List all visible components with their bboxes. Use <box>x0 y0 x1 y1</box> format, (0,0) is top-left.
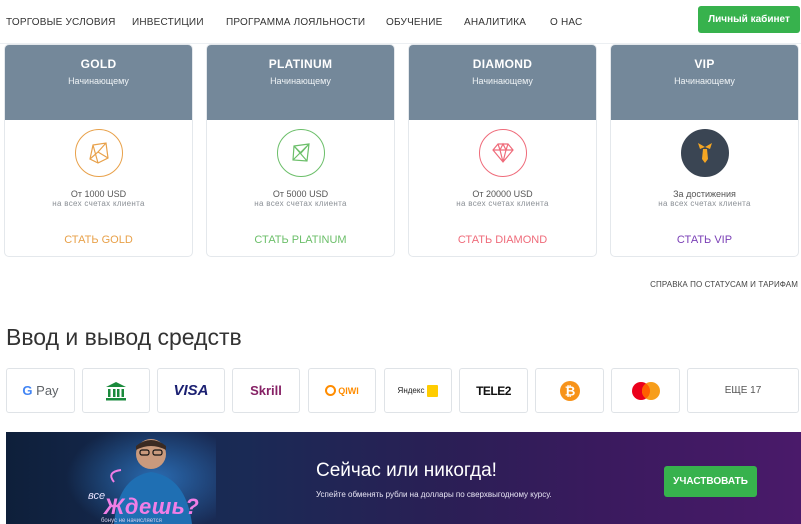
promo-banner: все Ждешь? бонус не начисляется Сейчас и… <box>6 432 801 524</box>
card-header: GOLD Начинающему <box>5 45 192 120</box>
promo-small-text: все <box>88 490 106 502</box>
qiwi-logo: QIWI <box>338 385 359 396</box>
promo-tiny-text: бонус не начисляется <box>101 518 162 524</box>
bitcoin-icon: ₿ <box>559 380 580 401</box>
payment-yandex-money[interactable]: Яндекс <box>384 368 452 413</box>
personal-cabinet-button[interactable]: Личный кабинет <box>698 6 800 33</box>
nav-item-about[interactable]: О НАС <box>550 17 582 28</box>
card-amount-note: на всех счетах клиента <box>254 199 347 208</box>
platinum-gem-icon <box>276 129 325 177</box>
card-subtitle: Начинающему <box>270 76 331 86</box>
card-amount-note: на всех счетах клиента <box>456 199 549 208</box>
card-subtitle: Начинающему <box>472 76 533 86</box>
card-amount: От 5000 USD <box>272 189 329 199</box>
section-title: Ввод и вывод средств <box>6 324 242 350</box>
payment-skrill[interactable]: Skrill <box>232 368 300 413</box>
card-title: GOLD <box>80 57 117 71</box>
yandex-logo: Яндекс <box>397 386 425 395</box>
nav-item-trading-conditions[interactable]: ТОРГОВЫЕ УСЛОВИЯ <box>6 17 116 28</box>
card-title: DIAMOND <box>472 57 533 71</box>
nav-item-analytics[interactable]: АНАЛИТИКА <box>464 17 526 28</box>
visa-logo: VISA <box>173 382 209 399</box>
mastercard-icon <box>631 381 660 400</box>
payment-more-button[interactable]: ЕЩЕ 17 <box>687 368 799 413</box>
payment-qiwi[interactable]: QIWI <box>308 368 376 413</box>
status-card-gold: GOLD Начинающему От 1000 USD на всех сче… <box>4 44 193 257</box>
become-gold-button[interactable]: СТАТЬ GOLD <box>5 234 192 246</box>
card-title: PLATINUM <box>268 57 333 71</box>
participate-button[interactable]: УЧАСТВОВАТЬ <box>664 466 757 497</box>
payment-bitcoin[interactable]: ₿ <box>535 368 604 413</box>
skrill-logo: Skrill <box>250 383 282 398</box>
card-header: VIP Начинающему <box>611 45 798 120</box>
become-platinum-button[interactable]: СТАТЬ PLATINUM <box>207 234 394 246</box>
card-amount: От 20000 USD <box>472 189 533 199</box>
payment-google-pay[interactable]: G Pay <box>6 368 75 413</box>
payment-tele2[interactable]: TELE2 <box>459 368 528 413</box>
card-title: VIP <box>694 57 715 71</box>
qiwi-icon <box>325 385 337 396</box>
more-label: ЕЩЕ 17 <box>724 385 762 396</box>
card-header: PLATINUM Начинающему <box>207 45 394 120</box>
top-navigation: ТОРГОВЫЕ УСЛОВИЯ ИНВЕСТИЦИИ ПРОГРАММА ЛО… <box>0 0 801 44</box>
card-amount: За достижения <box>673 189 736 199</box>
become-vip-button[interactable]: СТАТЬ VIP <box>611 234 798 246</box>
banner-subtitle: Успейте обменять рубли на доллары по све… <box>316 490 552 499</box>
become-diamond-button[interactable]: СТАТЬ DIAMOND <box>409 234 596 246</box>
nav-item-education[interactable]: ОБУЧЕНИЕ <box>386 17 442 28</box>
yandex-wallet-icon <box>427 384 439 397</box>
nav-item-investments[interactable]: ИНВЕСТИЦИИ <box>132 17 204 28</box>
status-help-link[interactable]: СПРАВКА ПО СТАТУСАМ И ТАРИФАМ <box>650 280 798 289</box>
payment-visa[interactable]: VISA <box>157 368 225 413</box>
gold-gem-icon <box>74 129 123 177</box>
banner-headline: Сейчас или никогда! <box>316 460 497 481</box>
google-pay-logo: G Pay <box>22 383 59 398</box>
svg-text:₿: ₿ <box>564 383 575 398</box>
status-card-diamond: DIAMOND Начинающему От 20000 USD на всех… <box>408 44 597 257</box>
status-card-vip: VIP Начинающему За достижения на всех сч… <box>610 44 799 257</box>
card-amount-note: на всех счетах клиента <box>52 199 145 208</box>
card-subtitle: Начинающему <box>68 76 129 86</box>
card-header: DIAMOND Начинающему <box>409 45 596 120</box>
card-amount-note: на всех счетах клиента <box>658 199 751 208</box>
tele2-logo: TELE2 <box>476 383 511 398</box>
diamond-icon <box>478 129 527 177</box>
vip-tie-icon <box>680 129 729 177</box>
promo-big-text: Ждешь? <box>104 494 200 519</box>
payment-bank-transfer[interactable] <box>82 368 150 413</box>
bank-icon <box>106 381 126 400</box>
payment-mastercard[interactable] <box>611 368 680 413</box>
nav-item-loyalty-program[interactable]: ПРОГРАММА ЛОЯЛЬНОСТИ <box>226 17 365 28</box>
card-amount: От 1000 USD <box>70 189 127 199</box>
status-card-platinum: PLATINUM Начинающему От 5000 USD на всех… <box>206 44 395 257</box>
card-subtitle: Начинающему <box>674 76 735 86</box>
